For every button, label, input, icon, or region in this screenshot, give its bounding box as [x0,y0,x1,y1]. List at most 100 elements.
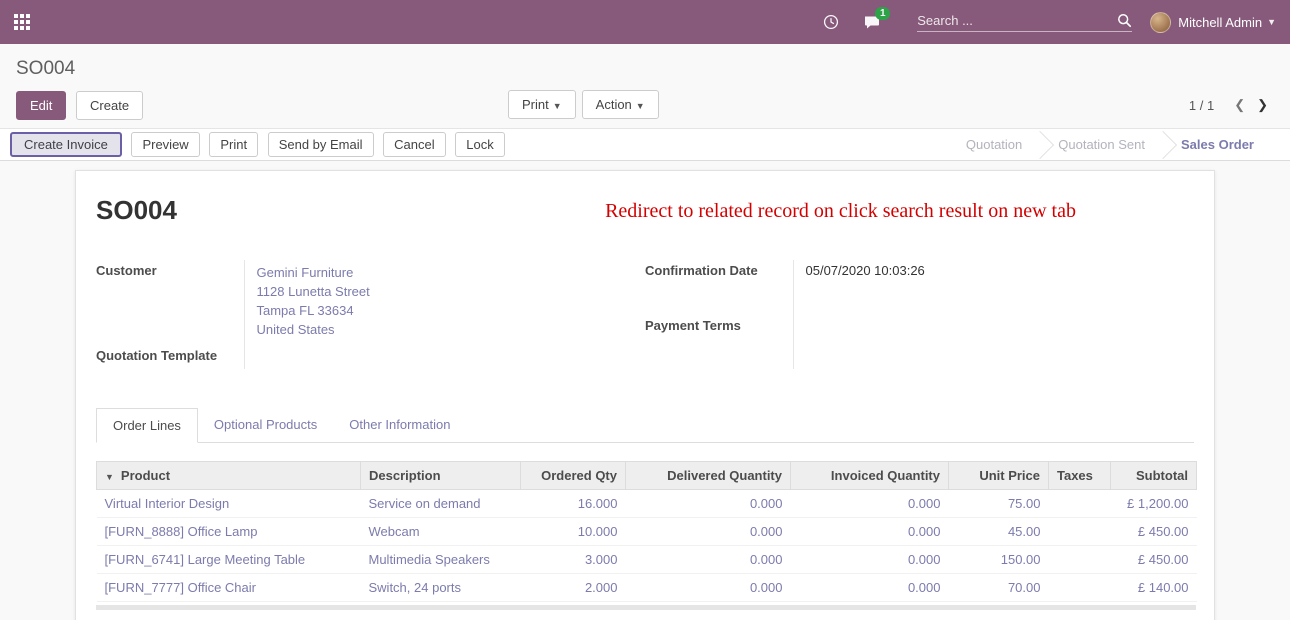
preview-button[interactable]: Preview [131,132,199,157]
apps-menu-icon[interactable] [14,14,30,30]
unit-price-cell: 150.00 [949,546,1049,574]
ordered-qty-cell: 16.000 [521,490,626,518]
payment-terms-label: Payment Terms [645,315,793,370]
tab-optional-products[interactable]: Optional Products [198,408,333,443]
action-menu-label: Action [596,97,632,112]
description-cell[interactable]: Multimedia Speakers [361,546,521,574]
stage-quotation-sent[interactable]: Quotation Sent [1042,137,1161,152]
column-header-taxes[interactable]: Taxes [1049,462,1111,490]
stage-sales-order[interactable]: Sales Order [1165,137,1270,152]
product-cell[interactable]: [FURN_7777] Office Chair [97,574,361,602]
action-menus: Print ▼ Action▼ [508,90,665,119]
unit-price-cell: 75.00 [949,490,1049,518]
confirmation-date-value: 05/07/2020 10:03:26 [793,260,1194,315]
quotation-template-value [244,345,645,369]
delivered-qty-cell: 0.000 [626,546,791,574]
customer-name-link[interactable]: Gemini Furniture [257,263,646,282]
column-header-product-label: Product [121,468,170,483]
subtotal-cell: £ 450.00 [1111,546,1197,574]
control-panel: Edit Create Print ▼ Action▼ 1 / 1 ❮ ❯ [0,88,1290,128]
form-sheet: SO004 Redirect to related record on clic… [75,170,1215,620]
column-header-ordered-qty[interactable]: Ordered Qty [521,462,626,490]
delivered-qty-cell: 0.000 [626,574,791,602]
invoiced-qty-cell: 0.000 [791,490,949,518]
stage-arrow-icon [1149,130,1177,158]
confirmation-date-label: Confirmation Date [645,260,793,315]
user-menu[interactable]: Mitchell Admin ▼ [1150,12,1276,33]
customer-street: 1128 Lunetta Street [257,282,646,301]
print-menu-label: Print [522,97,549,112]
delivered-qty-cell: 0.000 [626,490,791,518]
print-menu-button[interactable]: Print ▼ [508,90,576,119]
statusbar: Create Invoice Preview Print Send by Ema… [0,128,1290,161]
tab-other-information[interactable]: Other Information [333,408,466,443]
print-button[interactable]: Print [209,132,258,157]
field-groups: Customer Gemini Furniture 1128 Lunetta S… [96,260,1194,369]
column-header-product[interactable]: ▼ Product [97,462,361,490]
invoiced-qty-cell: 0.000 [791,518,949,546]
payment-terms-value [793,315,1194,370]
activities-clock-icon[interactable] [823,14,839,30]
sheet-header: SO004 Redirect to related record on clic… [96,195,1194,226]
table-row[interactable]: Virtual Interior Design Service on deman… [97,490,1197,518]
taxes-cell [1049,546,1111,574]
column-header-invoiced-quantity[interactable]: Invoiced Quantity [791,462,949,490]
table-footer-strip [96,605,1196,610]
top-navbar: 1 Mitchell Admin ▼ [0,0,1290,44]
pager-next-button[interactable]: ❯ [1251,95,1274,115]
stage-arrow-icon [1026,130,1054,158]
product-cell[interactable]: Virtual Interior Design [97,490,361,518]
subtotal-cell: £ 450.00 [1111,518,1197,546]
cancel-button[interactable]: Cancel [383,132,445,157]
left-field-group: Customer Gemini Furniture 1128 Lunetta S… [96,260,645,369]
chevron-down-icon: ▼ [553,101,562,111]
column-header-delivered-quantity[interactable]: Delivered Quantity [626,462,791,490]
customer-city: Tampa FL 33634 [257,301,646,320]
ordered-qty-cell: 10.000 [521,518,626,546]
description-cell[interactable]: Webcam [361,518,521,546]
description-cell[interactable]: Switch, 24 ports [361,574,521,602]
table-row[interactable]: [FURN_7777] Office Chair Switch, 24 port… [97,574,1197,602]
create-button[interactable]: Create [76,91,143,120]
unit-price-cell: 45.00 [949,518,1049,546]
delivered-qty-cell: 0.000 [626,518,791,546]
customer-country: United States [257,320,646,339]
order-lines-list: ▼ Product Description Ordered Qty Deliver… [96,461,1194,610]
description-cell[interactable]: Service on demand [361,490,521,518]
table-row[interactable]: [FURN_6741] Large Meeting Table Multimed… [97,546,1197,574]
quotation-template-label: Quotation Template [96,345,244,369]
column-header-unit-price[interactable]: Unit Price [949,462,1049,490]
lock-button[interactable]: Lock [455,132,504,157]
table-header-row: ▼ Product Description Ordered Qty Deliver… [97,462,1197,490]
messages-icon[interactable]: 1 [863,14,881,30]
breadcrumb-title: SO004 [16,58,75,79]
tab-order-lines[interactable]: Order Lines [96,408,198,443]
table-row[interactable]: [FURN_8888] Office Lamp Webcam 10.000 0.… [97,518,1197,546]
avatar [1150,12,1171,33]
taxes-cell [1049,490,1111,518]
search-icon[interactable] [1117,13,1132,28]
global-search [917,13,1132,32]
send-by-email-button[interactable]: Send by Email [268,132,374,157]
pager-counter: 1 / 1 [1189,98,1214,113]
column-header-subtotal[interactable]: Subtotal [1111,462,1197,490]
invoiced-qty-cell: 0.000 [791,546,949,574]
edit-button[interactable]: Edit [16,91,66,120]
action-menu-button[interactable]: Action▼ [582,90,659,119]
statusbar-buttons: Create Invoice Preview Print Send by Ema… [10,132,511,157]
pager-previous-button[interactable]: ❮ [1228,95,1251,115]
right-field-group: Confirmation Date 05/07/2020 10:03:26 Pa… [645,260,1194,369]
annotation-note: Redirect to related record on click sear… [605,200,1076,223]
breadcrumb: SO004 [0,44,1290,88]
search-input[interactable] [917,13,1117,28]
create-invoice-button[interactable]: Create Invoice [10,132,122,157]
column-header-description[interactable]: Description [361,462,521,490]
record-buttons: Edit Create [16,91,149,120]
unit-price-cell: 70.00 [949,574,1049,602]
customer-label: Customer [96,260,244,345]
status-pipeline: Quotation Quotation Sent Sales Order [950,129,1290,160]
optional-columns-toggle-icon[interactable]: ▼ [105,472,114,482]
product-cell[interactable]: [FURN_8888] Office Lamp [97,518,361,546]
ordered-qty-cell: 2.000 [521,574,626,602]
product-cell[interactable]: [FURN_6741] Large Meeting Table [97,546,361,574]
